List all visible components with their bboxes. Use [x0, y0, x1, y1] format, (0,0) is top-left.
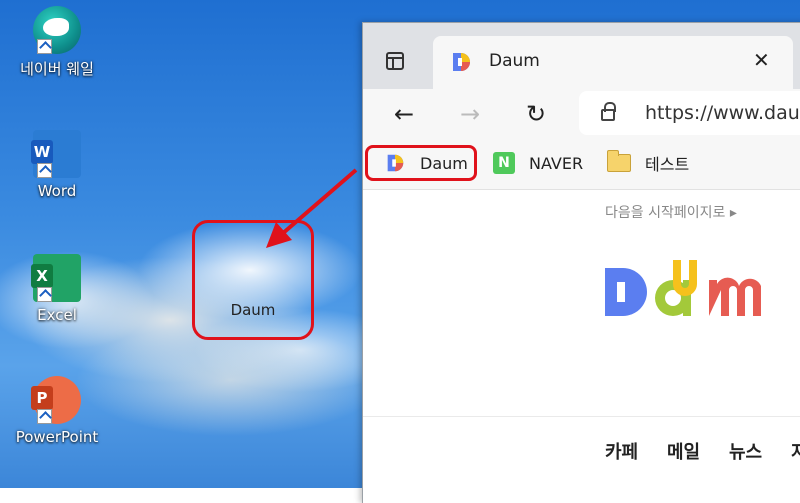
browser-window: Daum ✕ ← → ↻ https://www.daum Daum N NAV… [362, 22, 800, 503]
shortcut-arrow-icon [37, 39, 52, 54]
address-bar[interactable]: https://www.daum [579, 91, 800, 135]
desktop-icon-excel[interactable]: X Excel [2, 254, 112, 324]
powerpoint-icon: P [31, 376, 81, 424]
menu-mail[interactable]: 메일 [667, 438, 700, 464]
forward-button[interactable]: → [455, 99, 485, 129]
dragged-daum-shortcut[interactable]: Daum [192, 220, 314, 340]
address-url: https://www.daum [645, 102, 800, 124]
whale-browser-icon [33, 6, 81, 54]
daum-favicon [453, 53, 470, 71]
desktop-icon-powerpoint[interactable]: P PowerPoint [2, 376, 112, 446]
desktop-icon-label: Word [37, 182, 77, 200]
set-start-page-link[interactable]: 다음을 시작페이지로 ▸ [605, 202, 737, 222]
word-icon: W [31, 130, 81, 178]
daum-logo [605, 260, 761, 316]
desktop-icon-label: PowerPoint [15, 428, 99, 446]
close-icon[interactable]: ✕ [753, 48, 770, 72]
favorite-daum[interactable]: Daum [365, 145, 477, 181]
folder-icon [607, 150, 631, 172]
dragged-shortcut-label: Daum [230, 301, 276, 319]
tab-bar: Daum ✕ [363, 23, 800, 89]
shortcut-arrow-icon [37, 409, 52, 424]
lock-icon[interactable] [601, 102, 616, 121]
tab-daum[interactable]: Daum ✕ [433, 36, 793, 89]
page-content: 다음을 시작페이지로 ▸ 카페 메일 뉴스 지 [363, 190, 800, 490]
desktop-icon-word[interactable]: W Word [2, 130, 112, 200]
desktop-icon-whale[interactable]: 네이버 웨일 [2, 6, 112, 79]
favorites-bar: Daum N NAVER 테스트 [363, 139, 800, 190]
tab-actions-button[interactable] [377, 45, 413, 77]
naver-favicon: N [493, 152, 515, 174]
back-button[interactable]: ← [389, 99, 419, 129]
favorite-label: Daum [420, 153, 468, 173]
content-divider [363, 416, 800, 417]
toolbar: ← → ↻ https://www.daum [363, 89, 800, 139]
menu-more[interactable]: 지 [791, 438, 800, 464]
desktop-icon-label: Excel [37, 306, 77, 324]
tab-title: Daum [489, 51, 540, 71]
refresh-button[interactable]: ↻ [521, 99, 551, 129]
desktop-icon-label: 네이버 웨일 [20, 60, 94, 78]
favorite-label: NAVER [529, 153, 584, 173]
menu-news[interactable]: 뉴스 [729, 438, 762, 464]
daum-favicon [387, 154, 404, 172]
tab-actions-icon [386, 52, 404, 70]
menu-cafe[interactable]: 카페 [605, 438, 638, 464]
shortcut-arrow-icon [37, 287, 52, 302]
favorite-naver[interactable]: N NAVER [493, 145, 583, 181]
favorite-folder-test[interactable]: 테스트 [607, 145, 689, 181]
shortcut-arrow-icon [37, 163, 52, 178]
favorite-label: 테스트 [645, 155, 690, 174]
excel-icon: X [31, 254, 81, 302]
